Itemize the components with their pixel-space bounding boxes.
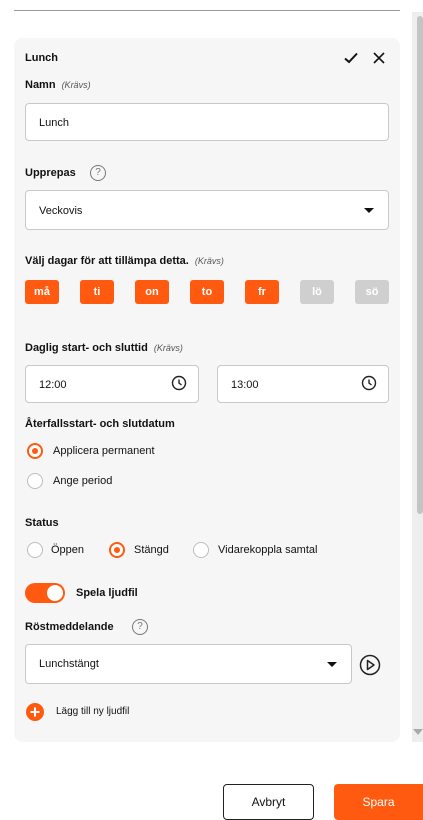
clock-icon[interactable] (171, 375, 187, 391)
voice-message-label: Röstmeddelande (25, 621, 114, 633)
card-title: Lunch (25, 52, 58, 64)
day-button-wed[interactable]: on (135, 280, 169, 304)
day-button-fri[interactable]: fr (245, 280, 279, 304)
radio-period[interactable] (27, 473, 43, 489)
status-label: Status (25, 517, 59, 529)
days-label: Välj dagar för att tillämpa detta. (Krävs… (25, 255, 224, 267)
day-button-tue[interactable]: ti (80, 280, 114, 304)
radio-status-closed[interactable] (109, 542, 125, 558)
day-button-mon[interactable]: må (25, 280, 59, 304)
help-icon[interactable]: ? (90, 165, 106, 181)
daily-time-label: Daglig start- och sluttid (Krävs) (25, 342, 183, 354)
scrollbar-thumb[interactable] (417, 16, 423, 514)
save-button[interactable]: Spara (334, 784, 423, 820)
name-input-value: Lunch (39, 117, 69, 129)
required-hint: (Krävs) (61, 80, 91, 90)
radio-period-label: Ange period (53, 475, 113, 487)
toggle-knob (47, 585, 63, 601)
clock-icon[interactable] (361, 375, 377, 391)
cancel-button[interactable]: Avbryt (223, 784, 314, 820)
scroll-down-arrow[interactable] (413, 729, 423, 735)
voice-message-value: Lunchstängt (39, 658, 99, 670)
chevron-down-icon[interactable] (364, 208, 374, 213)
day-button-sun[interactable]: sö (355, 280, 389, 304)
chevron-down-icon[interactable] (327, 662, 337, 667)
start-time-value: 12:00 (39, 379, 67, 391)
recurrence-label: Återfallsstart- och slutdatum (25, 418, 175, 430)
radio-status-forward[interactable] (193, 542, 209, 558)
help-icon[interactable]: ? (132, 619, 148, 635)
play-icon[interactable] (359, 654, 381, 676)
radio-permanent[interactable] (27, 443, 43, 459)
radio-status-forward-label: Vidarekoppla samtal (218, 544, 318, 556)
name-label: Namn (Krävs) (25, 79, 91, 91)
name-input[interactable] (25, 103, 389, 141)
radio-status-open[interactable] (27, 542, 43, 558)
radio-status-open-label: Öppen (51, 544, 85, 556)
check-icon[interactable] (343, 50, 359, 66)
close-icon[interactable] (372, 51, 386, 65)
add-audio-link[interactable]: Lägg till ny ljudfil (56, 706, 129, 717)
plus-icon[interactable] (26, 703, 44, 721)
day-button-thu[interactable]: to (190, 280, 224, 304)
top-divider (14, 10, 400, 11)
repeat-select-value: Veckovis (39, 205, 83, 217)
end-time-value: 13:00 (231, 379, 259, 391)
play-audio-label: Spela ljudfil (76, 587, 138, 599)
radio-permanent-label: Applicera permanent (53, 445, 155, 457)
repeat-label: Upprepas (25, 167, 76, 179)
radio-status-closed-label: Stängd (134, 544, 169, 556)
day-button-sat[interactable]: lö (300, 280, 334, 304)
